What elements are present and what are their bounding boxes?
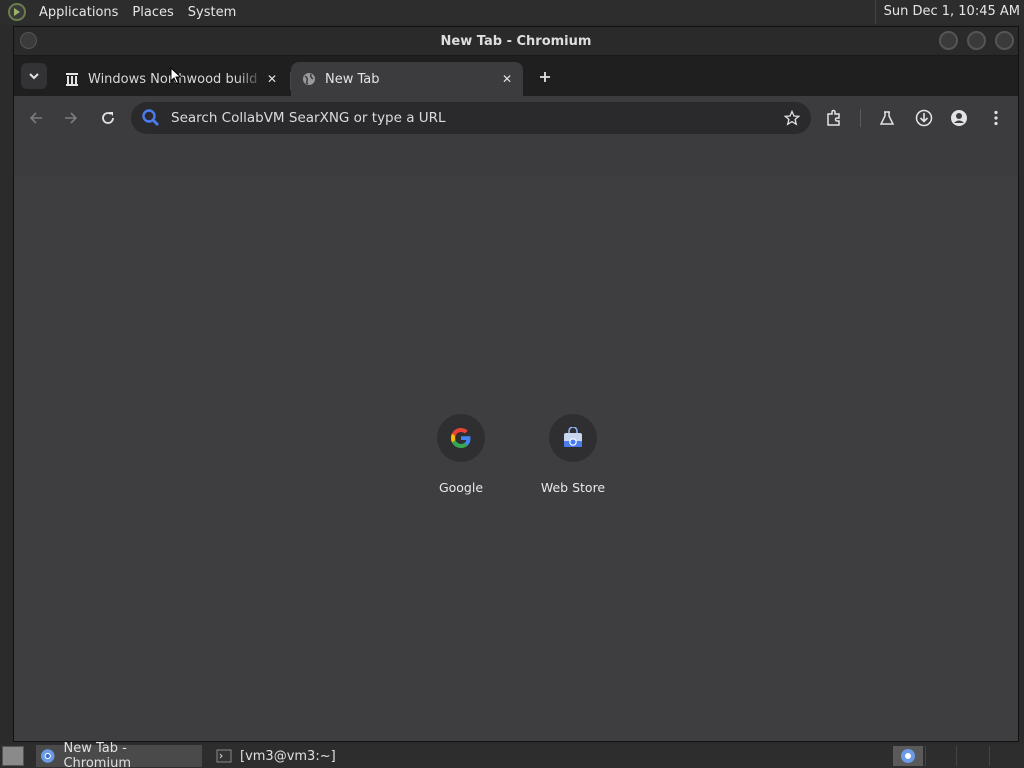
terminal-icon <box>216 749 232 763</box>
chromium-icon <box>40 749 55 763</box>
tab-close-icon[interactable]: ✕ <box>264 71 280 87</box>
search-icon <box>142 109 159 126</box>
toolbar-divider <box>860 109 861 127</box>
distro-logo-icon[interactable] <box>8 3 26 21</box>
workspace-separator <box>925 746 926 766</box>
workspace-separator <box>989 746 990 766</box>
downloads-button[interactable] <box>912 106 936 130</box>
shortcut-google[interactable]: Google <box>411 414 511 495</box>
omnibox[interactable] <box>131 102 811 134</box>
extensions-button[interactable] <box>822 106 846 130</box>
taskbar-item-chromium[interactable]: New Tab - Chromium <box>36 741 202 768</box>
bookmarks-bar <box>14 140 1018 180</box>
applications-menu[interactable]: Applications <box>32 5 125 20</box>
plus-icon <box>540 72 550 82</box>
workspace-separator <box>956 746 957 766</box>
shortcut-tile[interactable] <box>437 414 485 462</box>
forward-button[interactable] <box>59 106 83 130</box>
window-menu-button[interactable] <box>20 32 37 49</box>
minimize-button[interactable] <box>939 31 958 50</box>
window-controls <box>939 31 1014 50</box>
avatar-icon <box>951 110 967 126</box>
reload-button[interactable] <box>96 106 120 130</box>
window-title: New Tab - Chromium <box>440 33 592 49</box>
taskbar-item-label: New Tab - Chromium <box>63 741 131 768</box>
building-icon <box>64 71 80 87</box>
show-desktop-button[interactable] <box>2 746 24 766</box>
shortcut-tile[interactable] <box>549 414 597 462</box>
menu-button[interactable] <box>984 106 1008 130</box>
chromium-icon <box>901 749 915 763</box>
new-tab-page: Google Web Store <box>14 177 1018 741</box>
taskbar-item-terminal[interactable]: [vm3@vm3:~] <box>212 745 382 767</box>
google-icon <box>451 428 471 448</box>
arrow-left-icon <box>29 112 42 124</box>
chevron-down-icon <box>29 73 39 80</box>
tab-strip: Windows Northwood build 2 ✕ New Tab ✕ <box>14 56 1018 96</box>
shortcut-web-store[interactable]: Web Store <box>523 414 623 495</box>
globe-icon <box>301 71 317 87</box>
arrow-right-icon <box>65 112 78 124</box>
back-button[interactable] <box>24 106 48 130</box>
tab-close-icon[interactable]: ✕ <box>499 71 515 87</box>
tab-label: New Tab <box>325 71 380 87</box>
labs-button[interactable] <box>875 106 899 130</box>
profile-button[interactable] <box>947 106 971 130</box>
system-menu[interactable]: System <box>181 5 243 20</box>
taskbar-item-label: [vm3@vm3:~] <box>240 748 336 764</box>
workspace-switcher[interactable] <box>893 746 923 766</box>
browser-toolbar <box>14 96 1018 140</box>
tab-search-button[interactable] <box>21 63 47 89</box>
close-window-button[interactable] <box>995 31 1014 50</box>
places-menu[interactable]: Places <box>125 5 180 20</box>
top-panel: Applications Places System Sun Dec 1, 10… <box>0 0 1024 24</box>
window-titlebar[interactable]: New Tab - Chromium <box>14 27 1018 56</box>
browser-window: New Tab - Chromium Windows Northwood bui… <box>13 26 1019 742</box>
shortcut-label: Google <box>438 480 484 495</box>
bottom-taskbar: New Tab - Chromium [vm3@vm3:~] <box>0 741 1024 768</box>
flask-icon <box>879 111 895 125</box>
maximize-button[interactable] <box>967 31 986 50</box>
bookmark-star-icon[interactable] <box>781 107 803 129</box>
more-vertical-icon <box>994 110 998 126</box>
panel-menu: Applications Places System <box>0 3 243 21</box>
panel-clock[interactable]: Sun Dec 1, 10:45 AM <box>874 0 1020 24</box>
download-icon <box>915 109 933 127</box>
new-tab-button[interactable] <box>534 66 556 88</box>
web-store-icon <box>564 427 582 447</box>
puzzle-icon <box>827 109 840 126</box>
address-input[interactable] <box>171 110 781 126</box>
shortcut-label: Web Store <box>540 480 606 495</box>
tab-new-tab[interactable]: New Tab ✕ <box>291 62 523 96</box>
mouse-cursor-icon <box>170 67 182 85</box>
reload-icon <box>102 112 114 124</box>
